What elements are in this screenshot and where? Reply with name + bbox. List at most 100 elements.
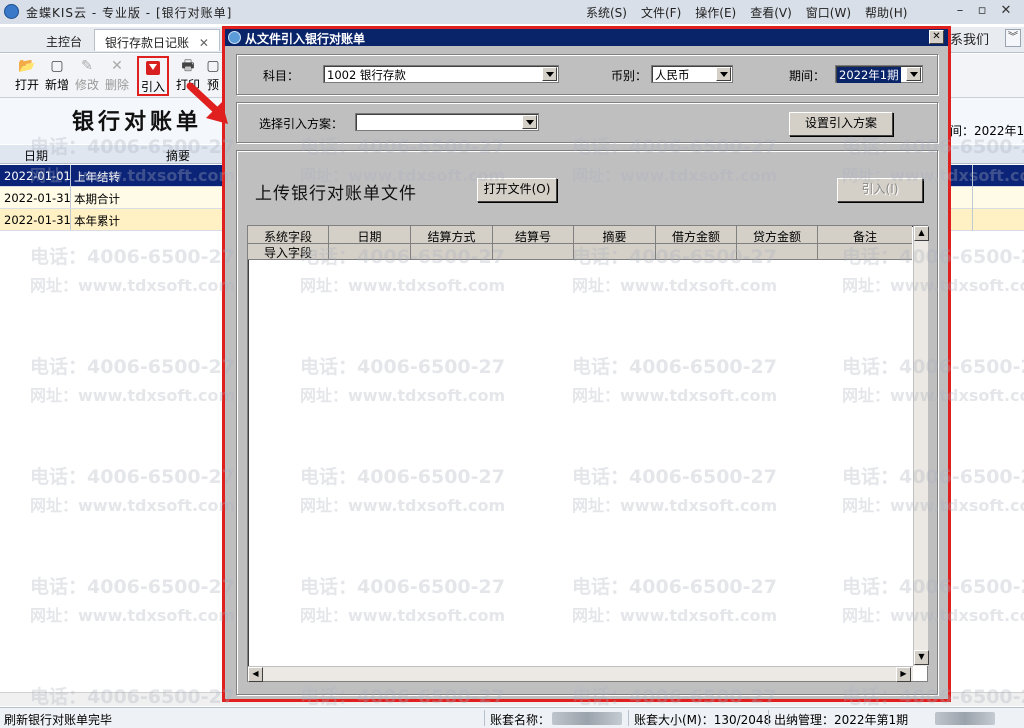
cell-divider	[655, 244, 656, 259]
tab-contact-us[interactable]: 系我们	[950, 29, 989, 48]
scheme-label: 选择引入方案：	[259, 117, 344, 131]
period-select[interactable]: 2022年1期	[835, 65, 923, 83]
tab-label: 银行存款日记账	[105, 36, 190, 50]
cell-divider	[492, 244, 493, 259]
new-document-icon: ▢	[50, 58, 64, 74]
scroll-right-icon[interactable]: ▶	[896, 667, 911, 682]
row-date: 2022-01-31	[4, 191, 71, 205]
column-header-summary[interactable]: 摘要	[166, 147, 190, 164]
minimize-icon[interactable]: –	[952, 3, 968, 18]
chevron-down-icon[interactable]	[542, 67, 557, 81]
preview-icon: ▢	[206, 58, 220, 74]
column-header-debit[interactable]: 借方金额	[656, 228, 736, 245]
column-header-remarks[interactable]: 备注	[818, 228, 912, 245]
new-button[interactable]: ▢ 新增	[42, 56, 72, 96]
scroll-up-icon[interactable]: ▲	[914, 226, 929, 241]
status-message: 刷新银行对账单完毕	[4, 713, 113, 727]
row-summary: 本年累计	[74, 214, 120, 228]
menu-window[interactable]: 窗口(W)	[806, 4, 851, 21]
cell-divider	[817, 244, 818, 259]
app-title: 金蝶KIS云 - 专业版 - [银行对账单]	[26, 6, 233, 20]
scroll-left-icon[interactable]: ◀	[248, 667, 263, 682]
dialog-title: 从文件引入银行对账单	[245, 32, 366, 46]
period-label: 间：2022年1期	[950, 124, 1024, 138]
cell-divider	[972, 187, 973, 209]
period-select-label: 期间：	[789, 69, 826, 83]
horizontal-scrollbar[interactable]: ◀ ▶	[248, 666, 913, 682]
period-value: 2022年1期	[837, 67, 901, 83]
import-data-button[interactable]: 引入(I)	[837, 178, 923, 202]
column-header-credit[interactable]: 贷方金额	[737, 228, 817, 245]
edit-label: 修改	[74, 78, 99, 92]
edit-icon: ✎	[81, 58, 93, 74]
watermark-url: 网址：www.tdxsoft.com	[30, 606, 236, 625]
upload-section-title: 上传银行对账单文件	[255, 184, 417, 204]
watermark-phone: 电话：4006-6500-27	[30, 576, 235, 598]
printer-icon: 🖶	[181, 58, 195, 74]
title-bar: 金蝶KIS云 - 专业版 - [银行对账单] 系统(S) 文件(F) 操作(E)…	[0, 0, 1024, 24]
row-date: 2022-01-31	[4, 213, 71, 227]
column-header-date[interactable]: 日期	[24, 147, 48, 164]
tab-close-icon[interactable]: ✕	[199, 36, 209, 50]
mapping-grid-header: 系统字段 日期 结算方式 结算号 摘要 借方金额 贷方金额 备注	[248, 226, 912, 244]
subject-label: 科目：	[263, 69, 300, 83]
cell-divider	[70, 209, 71, 230]
chevron-down-icon[interactable]	[716, 67, 731, 81]
scheme-select[interactable]	[355, 113, 539, 131]
status-extra-redacted	[935, 712, 995, 725]
column-header-settlement-method[interactable]: 结算方式	[411, 228, 492, 245]
column-header-summary[interactable]: 摘要	[574, 228, 655, 245]
menu-help[interactable]: 帮助(H)	[865, 4, 907, 21]
cell-divider	[410, 244, 411, 259]
watermark-phone: 电话：4006-6500-27	[30, 356, 235, 378]
menu-operate[interactable]: 操作(E)	[695, 4, 736, 21]
new-label: 新增	[44, 78, 69, 92]
close-icon[interactable]: ✕	[998, 3, 1014, 18]
cell-divider	[972, 209, 973, 231]
scroll-down-icon[interactable]: ▼	[914, 650, 929, 665]
watermark-phone: 电话：4006-6500-27	[30, 466, 235, 488]
status-bar: 刷新银行对账单完毕 账套名称： 账套大小(M)：130/2048 出纳管理：20…	[0, 707, 1024, 728]
tab-main-console[interactable]: 主控台	[36, 29, 92, 51]
setup-scheme-button[interactable]: 设置引入方案	[789, 112, 893, 136]
column-header-system-field[interactable]: 系统字段	[248, 228, 328, 245]
folder-open-icon: 📂	[18, 58, 36, 74]
field-mapping-grid[interactable]: 系统字段 日期 结算方式 结算号 摘要 借方金额 贷方金额 备注 导入字段 ▲ …	[247, 225, 929, 682]
column-header-date[interactable]: 日期	[329, 228, 410, 245]
open-button[interactable]: 📂 打开	[12, 56, 42, 96]
open-file-button[interactable]: 打开文件(O)	[477, 178, 557, 202]
row-summary: 上年结转	[74, 170, 120, 184]
cell-divider	[736, 244, 737, 259]
currency-label: 币别：	[611, 69, 648, 83]
chevron-down-icon[interactable]: ︾	[1005, 29, 1021, 47]
chevron-down-icon[interactable]	[906, 67, 921, 81]
red-arrow-icon	[186, 82, 228, 124]
table-row[interactable]: 导入字段	[248, 244, 912, 260]
account-name-label: 账套名称：	[490, 713, 551, 727]
tab-bank-journal[interactable]: 银行存款日记账 ✕	[94, 29, 220, 51]
restore-icon[interactable]: ▫	[974, 3, 990, 18]
watermark-phone: 电话：4006-6500-27	[30, 246, 235, 268]
dialog-close-button[interactable]: ✕	[929, 30, 944, 44]
delete-button[interactable]: ✕ 删除	[102, 56, 132, 96]
cell-divider	[70, 165, 71, 186]
open-label: 打开	[14, 78, 39, 92]
column-header-settlement-number[interactable]: 结算号	[493, 228, 573, 245]
subject-select[interactable]: 1002 银行存款	[323, 65, 559, 83]
import-button[interactable]: 引入	[137, 56, 169, 96]
app-logo-icon	[4, 4, 19, 19]
scheme-groupbox: 选择引入方案： 设置引入方案	[236, 102, 938, 143]
chevron-down-icon[interactable]	[522, 115, 537, 129]
currency-select[interactable]: 人民币	[651, 65, 733, 83]
subject-value: 1002 银行存款	[327, 68, 406, 82]
menu-view[interactable]: 查看(V)	[750, 4, 792, 21]
dialog-title-bar: 从文件引入银行对账单 ✕	[225, 29, 948, 46]
vertical-scrollbar[interactable]: ▲ ▼	[913, 226, 929, 666]
menu-system[interactable]: 系统(S)	[586, 4, 627, 21]
status-divider	[628, 710, 629, 726]
row-summary: 本期合计	[74, 192, 120, 206]
menu-file[interactable]: 文件(F)	[641, 4, 681, 21]
tab-label: 主控台	[46, 35, 83, 49]
edit-button[interactable]: ✎ 修改	[72, 56, 102, 96]
import-download-icon	[146, 61, 160, 75]
